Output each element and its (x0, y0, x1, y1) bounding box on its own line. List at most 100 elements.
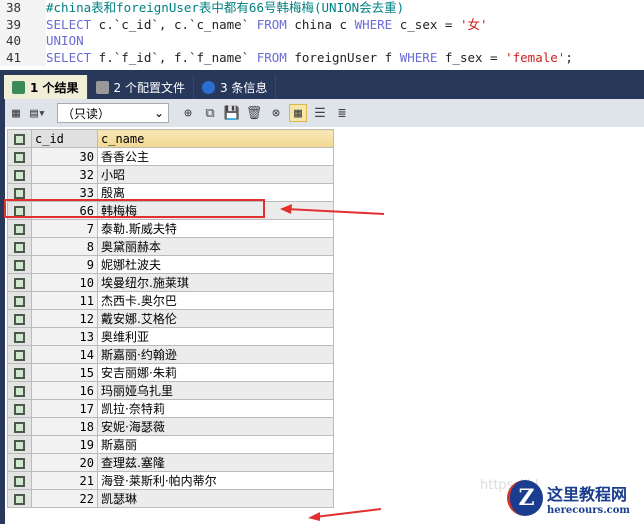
table-row[interactable]: 11 杰西卡.奥尔巴 (7, 291, 334, 310)
import-icon[interactable]: ▤▾ (29, 104, 47, 122)
cell-c_id[interactable]: 10 (31, 273, 98, 292)
string: '女' (459, 16, 488, 32)
table-row[interactable]: 14 斯嘉丽·约翰逊 (7, 345, 334, 364)
row-checkbox[interactable] (7, 255, 32, 274)
cell-c_name[interactable]: 埃曼纽尔.施莱琪 (97, 273, 334, 292)
cell-c_id[interactable]: 32 (31, 165, 98, 184)
row-checkbox[interactable] (7, 147, 32, 166)
table-row[interactable]: 17 凯拉·奈特莉 (7, 399, 334, 418)
cell-c_name[interactable]: 海登·莱斯利·帕内蒂尔 (97, 471, 334, 490)
row-checkbox[interactable] (7, 237, 32, 256)
row-checkbox[interactable] (7, 219, 32, 238)
cell-c_name[interactable]: 查理兹.塞隆 (97, 453, 334, 472)
cell-c_name[interactable]: 香香公主 (97, 147, 334, 166)
row-checkbox[interactable] (7, 327, 32, 346)
row-checkbox[interactable] (7, 471, 32, 490)
code: ; (565, 49, 573, 65)
cell-c_name[interactable]: 戴安娜.艾格伦 (97, 309, 334, 328)
add-row-icon[interactable]: ⊕ (179, 104, 197, 122)
text-view-icon[interactable]: ≣ (333, 104, 351, 122)
cell-c_id[interactable]: 7 (31, 219, 98, 238)
tab-results[interactable]: 1 个结果 (4, 75, 88, 99)
row-checkbox[interactable] (7, 291, 32, 310)
cell-c_name[interactable]: 安妮·海瑟薇 (97, 417, 334, 436)
table-row[interactable]: 19 斯嘉丽 (7, 435, 334, 454)
export-icon[interactable]: ▦ (7, 104, 25, 122)
code-line: 40 UNION (0, 33, 644, 50)
row-checkbox[interactable] (7, 417, 32, 436)
row-checkbox[interactable] (7, 309, 32, 328)
cell-c_name[interactable]: 小昭 (97, 165, 334, 184)
column-header-c_id[interactable]: c_id (31, 129, 98, 148)
tab-profiles[interactable]: 2 个配置文件 (88, 75, 194, 99)
table-row[interactable]: 13 奥维利亚 (7, 327, 334, 346)
cell-c_id[interactable]: 30 (31, 147, 98, 166)
cell-c_id[interactable]: 12 (31, 309, 98, 328)
sql-editor[interactable]: 38 #china表和foreignUser表中都有66号韩梅梅(UNION会去重… (0, 0, 644, 70)
row-checkbox[interactable] (7, 273, 32, 292)
cell-c_id[interactable]: 16 (31, 381, 98, 400)
logo-icon: Z (507, 480, 543, 516)
row-checkbox[interactable] (7, 435, 32, 454)
table-row[interactable]: 10 埃曼纽尔.施莱琪 (7, 273, 334, 292)
cell-c_id[interactable]: 22 (31, 489, 98, 508)
cell-c_name[interactable]: 斯嘉丽 (97, 435, 334, 454)
cell-c_id[interactable]: 8 (31, 237, 98, 256)
cell-c_id[interactable]: 18 (31, 417, 98, 436)
cell-c_name[interactable]: 奥维利亚 (97, 327, 334, 346)
kw: SELECT (46, 49, 92, 65)
mode-select[interactable]: （只读） ⌄ (57, 103, 169, 123)
table-row[interactable]: 30 香香公主 (7, 147, 334, 166)
cell-c_name[interactable]: 奥黛丽赫本 (97, 237, 334, 256)
select-all-checkbox[interactable] (7, 129, 32, 148)
table-row[interactable]: 20 查理兹.塞隆 (7, 453, 334, 472)
delete-icon[interactable]: 🗑 (245, 104, 263, 122)
row-checkbox[interactable] (7, 381, 32, 400)
row-checkbox[interactable] (7, 453, 32, 472)
column-header-c_name[interactable]: c_name (97, 129, 334, 148)
highlight-box (4, 199, 265, 218)
cell-c_name[interactable]: 斯嘉丽·约翰逊 (97, 345, 334, 364)
cell-c_id[interactable]: 13 (31, 327, 98, 346)
table-row[interactable]: 8 奥黛丽赫本 (7, 237, 334, 256)
grid-view-icon[interactable]: ▦ (289, 104, 307, 122)
table-row[interactable]: 32 小昭 (7, 165, 334, 184)
table-row[interactable]: 7 泰勒.斯威夫特 (7, 219, 334, 238)
cell-c_id[interactable]: 14 (31, 345, 98, 364)
save-icon[interactable]: 💾 (223, 104, 241, 122)
row-checkbox[interactable] (7, 489, 32, 508)
row-checkbox[interactable] (7, 165, 32, 184)
cell-c_name[interactable]: 凯瑟琳 (97, 489, 334, 508)
tab-messages[interactable]: 3 条信息 (194, 75, 277, 99)
result-tabs: 1 个结果 2 个配置文件 3 条信息 (0, 70, 644, 99)
row-checkbox[interactable] (7, 399, 32, 418)
cell-c_name[interactable]: 玛丽娅乌扎里 (97, 381, 334, 400)
copy-row-icon[interactable]: ⧉ (201, 104, 219, 122)
cell-c_name[interactable]: 妮娜杜波夫 (97, 255, 334, 274)
cell-c_id[interactable]: 19 (31, 435, 98, 454)
table-row[interactable]: 22 凯瑟琳 (7, 489, 334, 508)
cell-c_id[interactable]: 9 (31, 255, 98, 274)
table-row[interactable]: 21 海登·莱斯利·帕内蒂尔 (7, 471, 334, 490)
cell-c_id[interactable]: 17 (31, 399, 98, 418)
table-row[interactable]: 9 妮娜杜波夫 (7, 255, 334, 274)
table-row[interactable]: 18 安妮·海瑟薇 (7, 417, 334, 436)
cancel-icon[interactable]: ⊗ (267, 104, 285, 122)
cell-c_name[interactable]: 凯拉·奈特莉 (97, 399, 334, 418)
cell-c_id[interactable]: 11 (31, 291, 98, 310)
table-row[interactable]: 15 安吉丽娜·朱莉 (7, 363, 334, 382)
table-row[interactable]: 16 玛丽娅乌扎里 (7, 381, 334, 400)
cell-c_id[interactable]: 20 (31, 453, 98, 472)
cell-c_id[interactable]: 15 (31, 363, 98, 382)
line-number: 41 (0, 49, 46, 66)
row-checkbox[interactable] (7, 363, 32, 382)
cell-c_name[interactable]: 杰西卡.奥尔巴 (97, 291, 334, 310)
cell-c_name[interactable]: 安吉丽娜·朱莉 (97, 363, 334, 382)
row-checkbox[interactable] (7, 345, 32, 364)
code: foreignUser f (286, 49, 400, 65)
cell-c_id[interactable]: 21 (31, 471, 98, 490)
form-view-icon[interactable]: ☰ (311, 104, 329, 122)
table-row[interactable]: 12 戴安娜.艾格伦 (7, 309, 334, 328)
code-line: 38 #china表和foreignUser表中都有66号韩梅梅(UNION会去重… (0, 0, 644, 17)
cell-c_name[interactable]: 泰勒.斯威夫特 (97, 219, 334, 238)
